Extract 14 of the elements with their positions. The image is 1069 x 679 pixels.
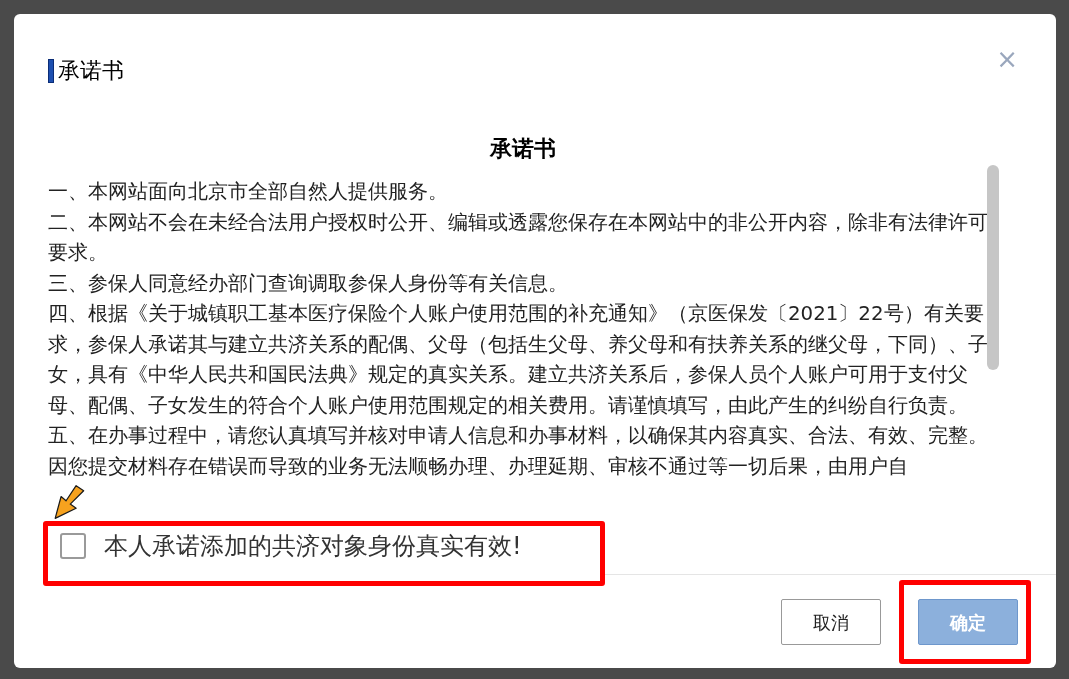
agreement-label: 本人承诺添加的共济对象身份真实有效!	[104, 531, 522, 562]
dialog-title: 承诺书	[58, 57, 124, 85]
document-paragraph: 三、参保人同意经办部门查询调取参保人身份等有关信息。	[48, 270, 569, 297]
document-paragraph: 四、根据《关于城镇职工基本医疗保险个人账户使用范围的补充通知》（京医保发〔2021〕22号）有关要求，参保人承诺其与建立共济关系的配偶、父母（包括生父母、养父母和有扶养关系的继父母，下同）、子女，具有《中华人民共和国民法典》规定的真实关系。建立共济关系后，参保人员个人账户可用于支付父母、配偶、子女发生的符合个人账户使用范围规定的相关费用。请谨慎填写，由此产生的纠纷自行负责。	[48, 301, 989, 419]
title-marker-icon	[48, 58, 54, 83]
scrollbar-thumb[interactable]	[987, 165, 999, 370]
agreement-checkbox[interactable]: 本人承诺添加的共济对象身份真实有效!	[60, 528, 522, 564]
checkbox[interactable]	[60, 533, 86, 559]
document-paragraph: 五、在办事过程中，请您认真填写并核对申请人信息和办事材料，以确保其内容真实、合法、有效、完整。因您提交材料存在错误而导致的业务无法顺畅办理、办理延期、审核不通过等一切后果，由用户自	[48, 423, 989, 480]
document-paragraph: 一、本网站面向北京市全部自然人提供服务。	[48, 179, 449, 205]
arrow-icon	[52, 484, 86, 520]
cancel-button[interactable]: 取消	[781, 599, 881, 645]
document-paragraph: 二、本网站不会在未经合法用户授权时公开、编辑或透露您保存在本网站中的非公开内容，除非有法律许可要求。	[48, 209, 989, 266]
document-heading: 承诺书	[488, 135, 557, 163]
